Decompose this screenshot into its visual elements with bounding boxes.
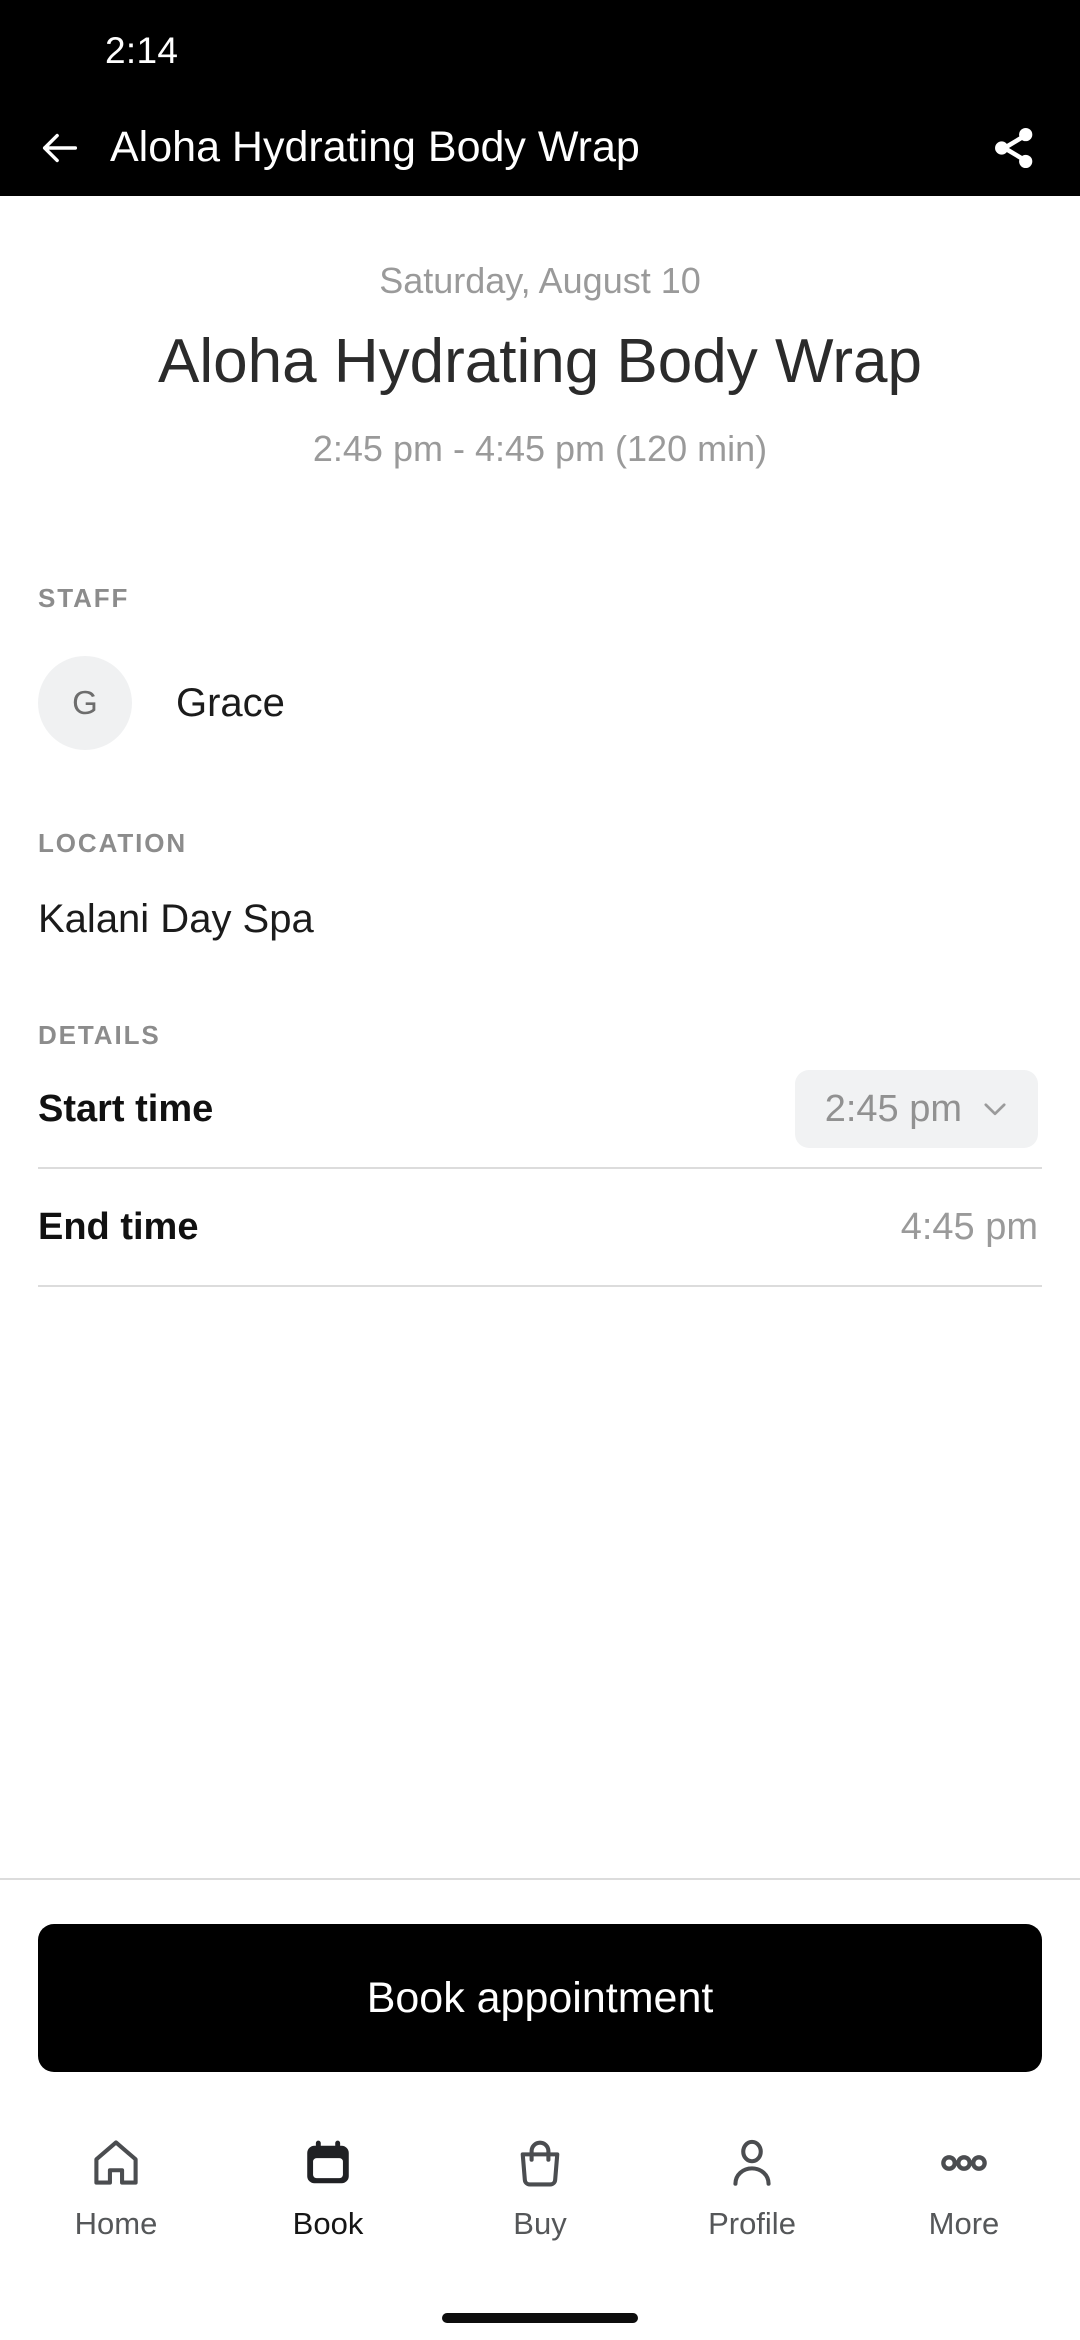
detail-row-start-time: Start time 2:45 pm <box>38 1051 1042 1167</box>
staff-section-label: STAFF <box>38 583 130 614</box>
end-time-label: End time <box>38 1205 199 1248</box>
detail-divider <box>38 1285 1042 1288</box>
staff-section: STAFF G Grace <box>38 583 1042 751</box>
home-icon <box>88 2132 144 2194</box>
home-indicator-area <box>0 2296 1080 2340</box>
app-bar: Aloha Hydrating Body Wrap <box>0 100 1080 196</box>
staff-row[interactable]: G Grace <box>38 656 1042 751</box>
detail-row-end-time: End time 4:45 pm <box>38 1169 1042 1285</box>
start-time-value: 2:45 pm <box>824 1088 962 1131</box>
home-indicator[interactable] <box>442 2313 638 2323</box>
share-icon <box>995 127 1033 169</box>
start-time-dropdown[interactable]: 2:45 pm <box>794 1070 1038 1149</box>
location-section: LOCATION Kalani Day Spa <box>38 828 1042 942</box>
appointment-detail-content: Saturday, August 10 Aloha Hydrating Body… <box>0 196 1080 1878</box>
nav-label-home: Home <box>74 2206 158 2241</box>
bag-icon <box>512 2132 568 2194</box>
staff-name: Grace <box>176 680 285 725</box>
back-button[interactable] <box>28 116 92 180</box>
nav-item-buy[interactable]: Buy <box>445 2132 635 2239</box>
book-appointment-button[interactable]: Book appointment <box>38 1924 1042 2072</box>
app-bar-title: Aloha Hydrating Body Wrap <box>110 124 640 172</box>
nav-item-profile[interactable]: Profile <box>657 2132 847 2239</box>
avatar-initial: G <box>72 684 98 722</box>
bottom-navigation: Home Book Buy Profile More <box>0 2106 1080 2296</box>
footer-bar: Book appointment <box>0 1878 1080 2106</box>
arrow-left-icon <box>42 133 78 163</box>
appointment-date: Saturday, August 10 <box>379 260 701 301</box>
status-bar-clock: 2:14 <box>105 29 179 71</box>
details-section: DETAILS Start time 2:45 pm End time 4:45… <box>38 1020 1042 1288</box>
appointment-title: Aloha Hydrating Body Wrap <box>158 327 922 396</box>
status-bar: 2:14 <box>0 0 1080 100</box>
location-section-label: LOCATION <box>38 828 188 859</box>
nav-item-book[interactable]: Book <box>233 2132 423 2239</box>
share-button[interactable] <box>982 116 1046 180</box>
person-icon <box>724 2132 780 2194</box>
avatar: G <box>38 656 132 751</box>
nav-item-more[interactable]: More <box>869 2132 1059 2239</box>
chevron-down-icon <box>984 1103 1006 1116</box>
nav-label-book: Book <box>292 2206 364 2241</box>
calendar-icon <box>300 2132 356 2194</box>
appointment-time-range: 2:45 pm - 4:45 pm (120 min) <box>312 428 768 470</box>
nav-label-profile: Profile <box>708 2206 796 2241</box>
nav-label-buy: Buy <box>513 2206 567 2241</box>
details-section-label: DETAILS <box>38 1020 161 1051</box>
start-time-label: Start time <box>38 1087 214 1130</box>
location-value: Kalani Day Spa <box>38 897 314 942</box>
ellipsis-icon <box>936 2132 992 2194</box>
app-screen: 2:14 Aloha Hydrating Body Wrap Saturday,… <box>0 0 1080 2340</box>
nav-label-more: More <box>928 2206 1000 2241</box>
nav-item-home[interactable]: Home <box>21 2132 211 2239</box>
appointment-hero: Saturday, August 10 Aloha Hydrating Body… <box>38 196 1042 471</box>
end-time-value: 4:45 pm <box>900 1205 1038 1248</box>
